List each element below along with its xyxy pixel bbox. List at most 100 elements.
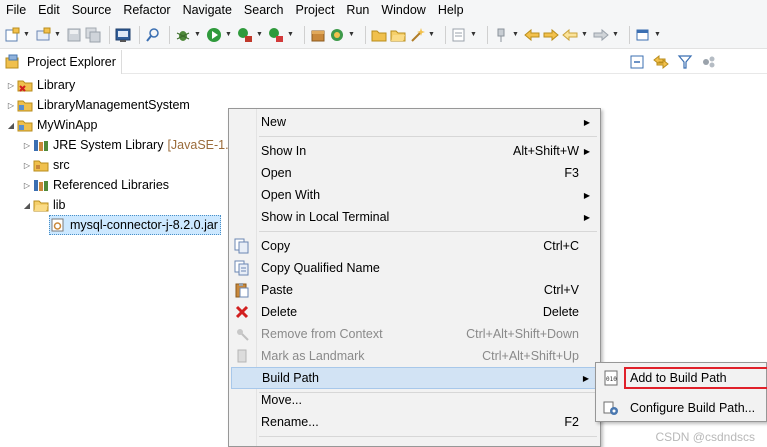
search-icon[interactable]: [145, 27, 161, 43]
menu-project[interactable]: Project: [290, 0, 341, 21]
menu-item-open-with[interactable]: Open With ▶: [231, 184, 599, 206]
toolbar-divider: [304, 25, 305, 44]
menu-bar: File Edit Source Refactor Navigate Searc…: [0, 0, 767, 21]
menu-run[interactable]: Run: [340, 0, 375, 21]
chevron-down-icon[interactable]: ▼: [348, 31, 356, 38]
svg-text:010: 010: [606, 376, 617, 383]
chevron-down-icon[interactable]: ▼: [512, 31, 520, 38]
tree-item-librarymanagementsystem[interactable]: ▷ LibraryManagementSystem: [6, 95, 190, 115]
menu-separator: [259, 436, 597, 437]
run-external-icon[interactable]: [237, 27, 253, 43]
folder-icon[interactable]: [371, 27, 387, 43]
menu-source[interactable]: Source: [66, 0, 118, 21]
back-icon[interactable]: [524, 27, 540, 43]
maximize-icon[interactable]: [635, 27, 651, 43]
project-explorer-icon: [4, 54, 20, 70]
open-type-icon[interactable]: [35, 27, 51, 43]
filter-icon[interactable]: [677, 54, 693, 70]
chevron-down-icon[interactable]: ▼: [654, 31, 662, 38]
tree-item-label: Referenced Libraries: [53, 178, 170, 192]
menu-item-show-in[interactable]: Show In Alt+Shift+W ▶: [231, 140, 599, 162]
toolbar-divider: [445, 25, 446, 44]
tree-item-jre-system-library[interactable]: ▷ JRE System Library [JavaSE-1.: [22, 135, 229, 155]
collapse-icon[interactable]: ◢: [22, 201, 32, 210]
expand-icon[interactable]: ▷: [22, 181, 32, 190]
chevron-down-icon[interactable]: ▼: [225, 31, 233, 38]
menu-item-move[interactable]: Move...: [231, 389, 599, 411]
pin-icon[interactable]: [493, 27, 509, 43]
chevron-down-icon[interactable]: ▼: [581, 31, 589, 38]
expand-icon[interactable]: ▷: [22, 141, 32, 150]
link-editor-icon[interactable]: [653, 54, 669, 70]
expand-icon[interactable]: ▷: [6, 81, 16, 90]
menu-item-rename[interactable]: Rename... F2: [231, 411, 599, 433]
collapse-all-icon[interactable]: [629, 54, 645, 70]
package-icon[interactable]: [310, 27, 326, 43]
view-menu-icon[interactable]: [701, 54, 717, 70]
menu-file[interactable]: File: [0, 0, 32, 21]
tree-item-label: src: [53, 158, 70, 172]
save-icon[interactable]: [66, 27, 82, 43]
chevron-down-icon[interactable]: ▼: [470, 31, 478, 38]
edit-icon[interactable]: [451, 27, 467, 43]
menu-item-label: Copy: [261, 239, 291, 253]
next-icon[interactable]: [593, 27, 609, 43]
menu-search[interactable]: Search: [238, 0, 290, 21]
menu-item-shortcut: Ctrl+V: [543, 283, 579, 297]
prev-icon[interactable]: [562, 27, 578, 43]
chevron-down-icon[interactable]: ▼: [287, 31, 295, 38]
menu-item-label: Delete: [261, 305, 298, 319]
tree-item-mywinapp[interactable]: ◢ MyWinApp: [6, 115, 98, 135]
tree-item-library[interactable]: ▷ Library: [6, 75, 75, 95]
new-icon[interactable]: [4, 27, 20, 43]
menu-help[interactable]: Help: [432, 0, 470, 21]
toolbar-divider: [629, 25, 630, 44]
forward-icon[interactable]: [543, 27, 559, 43]
menu-item-paste[interactable]: Paste Ctrl+V: [231, 279, 599, 301]
terminal-icon[interactable]: [115, 27, 131, 43]
chevron-down-icon[interactable]: ▼: [194, 31, 202, 38]
menu-item-new[interactable]: New ▶: [231, 111, 599, 133]
tree-item-lib[interactable]: ◢ lib: [22, 195, 66, 215]
chevron-down-icon[interactable]: ▼: [612, 31, 620, 38]
menu-separator: [259, 231, 597, 232]
chevron-down-icon[interactable]: ▼: [428, 31, 436, 38]
menu-item-copy[interactable]: Copy Ctrl+C: [231, 235, 599, 257]
chevron-down-icon[interactable]: ▼: [54, 31, 62, 38]
menu-navigate[interactable]: Navigate: [177, 0, 238, 21]
menu-item-build-path[interactable]: Build Path ▶: [231, 367, 599, 389]
menu-edit[interactable]: Edit: [32, 0, 66, 21]
menu-item-remove-from-context[interactable]: Remove from Context Ctrl+Alt+Shift+Down: [231, 323, 599, 345]
menu-item-label: Remove from Context: [261, 327, 383, 341]
folder-open-icon[interactable]: [390, 27, 406, 43]
menu-item-show-in-local-terminal[interactable]: Show in Local Terminal ▶: [231, 206, 599, 228]
collapse-icon[interactable]: ◢: [6, 121, 16, 130]
menu-item-copy-qualified-name[interactable]: Copy Qualified Name: [231, 257, 599, 279]
menu-item-delete[interactable]: Delete Delete: [231, 301, 599, 323]
tree-item-mysql-connector-jar[interactable]: mysql-connector-j-8.2.0.jar: [49, 215, 221, 235]
project-icon: [17, 118, 33, 132]
refresh-icon[interactable]: [329, 27, 345, 43]
run-icon[interactable]: [206, 27, 222, 43]
chevron-down-icon[interactable]: ▼: [23, 31, 31, 38]
menu-item-open[interactable]: Open F3: [231, 162, 599, 184]
menu-window[interactable]: Window: [375, 0, 431, 21]
tree-item-src[interactable]: ▷ src: [22, 155, 70, 175]
tree-item-label: lib: [53, 198, 66, 212]
menu-item-shortcut: F3: [564, 166, 579, 180]
expand-icon[interactable]: ▷: [22, 161, 32, 170]
expand-icon[interactable]: ▷: [6, 101, 16, 110]
save-all-icon[interactable]: [85, 27, 101, 43]
menu-item-label: Show In: [261, 144, 307, 158]
debug-icon[interactable]: [175, 27, 191, 43]
tree-item-referenced-libraries[interactable]: ▷ Referenced Libraries: [22, 175, 169, 195]
wand-icon[interactable]: [409, 27, 425, 43]
menu-item-mark-as-landmark[interactable]: Mark as Landmark Ctrl+Alt+Shift+Up: [231, 345, 599, 367]
tree-item-decoration: [JavaSE-1.: [167, 138, 229, 152]
chevron-down-icon[interactable]: ▼: [256, 31, 264, 38]
menu-item-configure-build-path[interactable]: Configure Build Path...: [598, 397, 766, 419]
copy-icon: [234, 238, 250, 254]
coverage-icon[interactable]: [268, 27, 284, 43]
menu-refactor[interactable]: Refactor: [117, 0, 176, 21]
tab-project-explorer[interactable]: Project Explorer: [0, 50, 122, 74]
